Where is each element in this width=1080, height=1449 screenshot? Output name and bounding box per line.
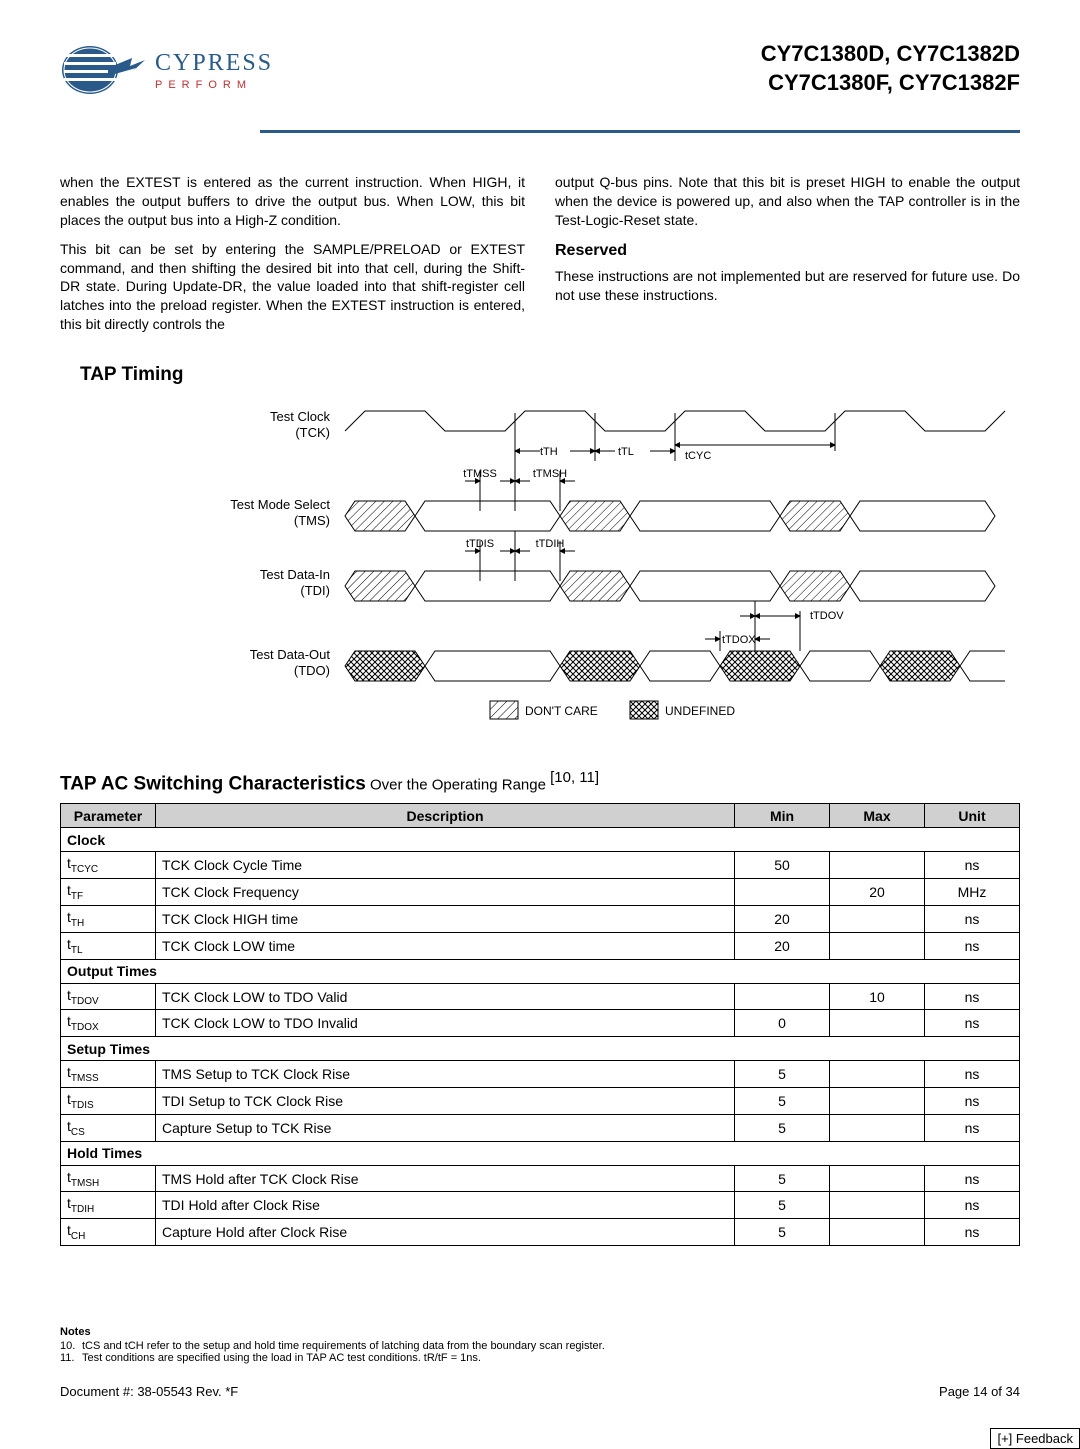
legend-dont-care: DON'T CARE: [525, 704, 598, 718]
col-unit: Unit: [925, 804, 1020, 828]
svg-text:tTDIS: tTDIS: [466, 538, 494, 550]
table-group-row: Setup Times: [61, 1037, 1020, 1061]
tdo-sub: (TDO): [294, 663, 330, 678]
table-row: tCHCapture Hold after Clock Rise5ns: [61, 1219, 1020, 1246]
notes-heading: Notes: [60, 1326, 1020, 1338]
table-header-row: Parameter Description Min Max Unit: [61, 804, 1020, 828]
svg-text:tCYC: tCYC: [685, 450, 711, 462]
right-column: output Q-bus pins. Note that this bit is…: [555, 173, 1020, 344]
tap-ac-table: Parameter Description Min Max Unit Clock…: [60, 803, 1020, 1246]
tms-sub: (TMS): [294, 513, 330, 528]
svg-text:tTL: tTL: [618, 446, 634, 458]
table-row: tTMSSTMS Setup to TCK Clock Rise5ns: [61, 1061, 1020, 1088]
table-row: tTLTCK Clock LOW time20ns: [61, 932, 1020, 959]
body-p3: output Q-bus pins. Note that this bit is…: [555, 173, 1020, 230]
table-group-row: Hold Times: [61, 1141, 1020, 1165]
body-p4: These instructions are not implemented b…: [555, 267, 1020, 305]
left-column: when the EXTEST is entered as the curren…: [60, 173, 525, 344]
col-min: Min: [735, 804, 830, 828]
table-group-row: Output Times: [61, 959, 1020, 983]
table-row: tTHTCK Clock HIGH time20ns: [61, 906, 1020, 933]
tms-label: Test Mode Select: [230, 497, 330, 512]
body-columns: when the EXTEST is entered as the curren…: [60, 173, 1020, 344]
table-row: tTDOXTCK Clock LOW to TDO Invalid0ns: [61, 1010, 1020, 1037]
svg-text:tTMSH: tTMSH: [533, 468, 567, 480]
note-10: tCS and tCH refer to the setup and hold …: [82, 1340, 605, 1352]
table-row: tCSCapture Setup to TCK Rise5ns: [61, 1114, 1020, 1141]
tap-ac-heading: TAP AC Switching Characteristics Over th…: [60, 769, 1020, 795]
logo-text: CYPRESS: [155, 50, 273, 77]
svg-text:tTDOX: tTDOX: [722, 634, 756, 646]
col-max: Max: [830, 804, 925, 828]
tck-sub: (TCK): [295, 425, 330, 440]
part-numbers: CY7C1380D, CY7C1382D CY7C1380F, CY7C1382…: [761, 40, 1020, 97]
tdi-label: Test Data-In: [260, 567, 330, 582]
tdo-label: Test Data-Out: [250, 647, 331, 662]
tap-timing-heading: TAP Timing: [80, 364, 1020, 386]
reserved-heading: Reserved: [555, 240, 1020, 262]
svg-text:tTMSS: tTMSS: [463, 468, 497, 480]
title-line-1: CY7C1380D, CY7C1382D: [761, 40, 1020, 69]
tck-label: Test Clock: [270, 409, 330, 424]
table-group-row: Clock: [61, 828, 1020, 852]
col-param: Parameter: [61, 804, 156, 828]
header-rule: [260, 130, 1020, 133]
legend-undefined: UNDEFINED: [665, 704, 735, 718]
col-desc: Description: [156, 804, 735, 828]
body-p2: This bit can be set by entering the SAMP…: [60, 240, 525, 334]
page-header: CYPRESS PERFORM CY7C1380D, CY7C1382D CY7…: [60, 40, 1020, 100]
logo: CYPRESS PERFORM: [60, 40, 273, 100]
table-row: tTDOVTCK Clock LOW to TDO Valid10ns: [61, 983, 1020, 1010]
table-row: tTDISTDI Setup to TCK Clock Rise5ns: [61, 1088, 1020, 1115]
table-row: tTFTCK Clock Frequency20MHz: [61, 879, 1020, 906]
feedback-button[interactable]: [+] Feedback: [990, 1428, 1080, 1449]
title-line-2: CY7C1380F, CY7C1382F: [761, 69, 1020, 98]
svg-text:tTDOV: tTDOV: [810, 610, 844, 622]
table-row: tTCYCTCK Clock Cycle Time50ns: [61, 852, 1020, 879]
note-11: Test conditions are specified using the …: [82, 1352, 481, 1364]
table-row: tTMSHTMS Hold after TCK Clock Rise5ns: [61, 1165, 1020, 1192]
table-row: tTDIHTDI Hold after Clock Rise5ns: [61, 1192, 1020, 1219]
timing-diagram: Test Clock (TCK) tTH tTL tCYC tTMSS tTMS…: [60, 401, 1020, 731]
body-p1: when the EXTEST is entered as the curren…: [60, 173, 525, 230]
cypress-logo-icon: [60, 40, 150, 100]
svg-text:tTDIH: tTDIH: [536, 538, 565, 550]
logo-tagline: PERFORM: [155, 79, 273, 91]
notes: Notes 10.tCS and tCH refer to the setup …: [60, 1326, 1020, 1364]
svg-text:tTH: tTH: [540, 446, 558, 458]
tdi-sub: (TDI): [300, 583, 330, 598]
